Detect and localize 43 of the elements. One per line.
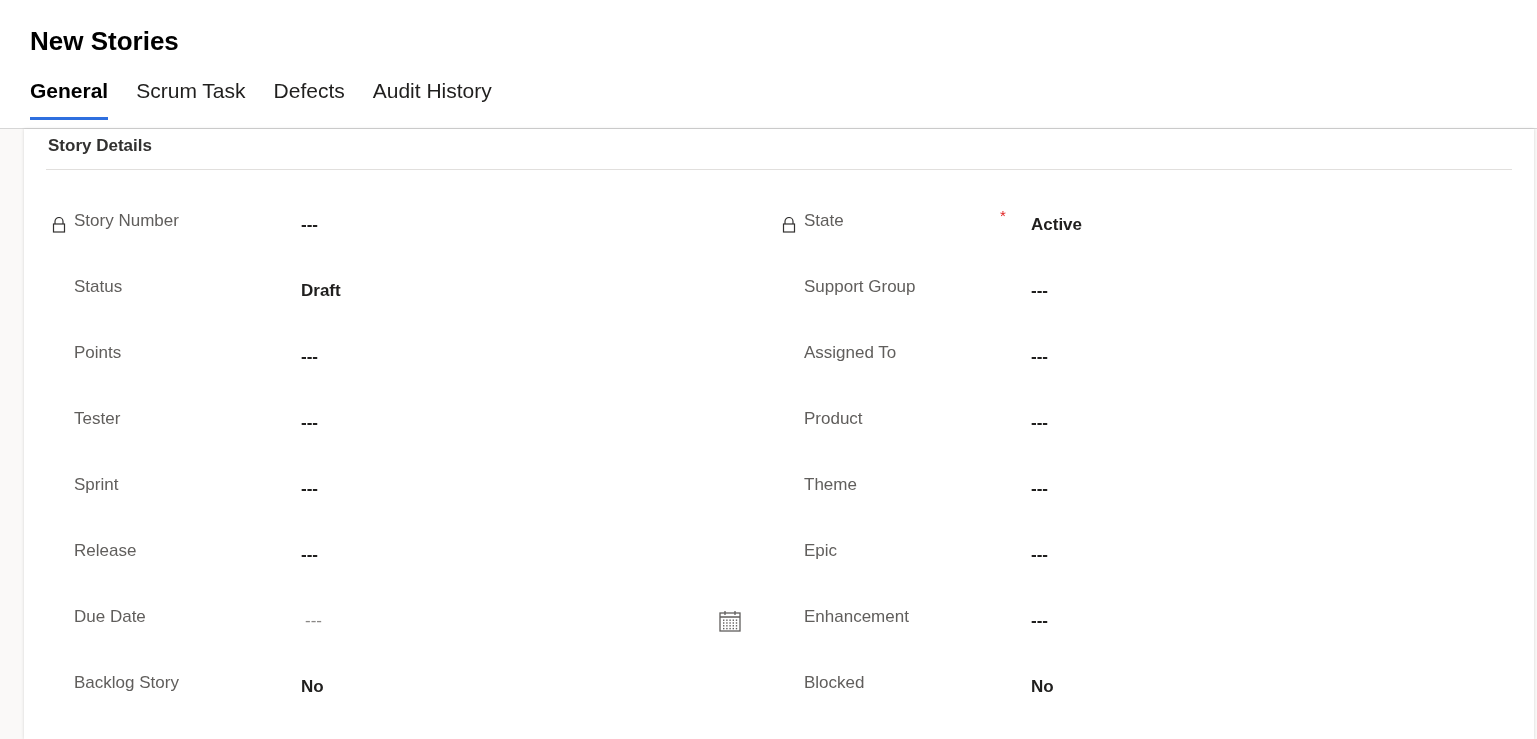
field-value: --- [1031,477,1048,500]
field-label: Support Group [804,276,916,296]
field-label: Release [74,540,137,560]
field-label: Blocked [804,672,865,692]
field-label: Theme [804,474,857,494]
field-value: --- [1031,279,1048,302]
required-asterisk: * [1000,207,1006,225]
field-label: Story Number [74,210,179,230]
field-label: Due Date [74,606,146,626]
section-title: Story Details [48,135,153,157]
field-value: --- [1031,345,1048,368]
field-value: Active [1031,213,1083,236]
date-field[interactable]: --- [301,607,741,634]
field-value: --- [1031,411,1048,434]
field-label: Tester [74,408,121,428]
tab[interactable]: Audit History [372,75,492,120]
tab[interactable]: Scrum Task [136,75,246,120]
tab[interactable]: General [30,75,109,120]
field-value: Draft [301,279,341,302]
field-value: --- [1031,609,1048,632]
lock-icon [782,216,796,233]
field-value: No [301,675,324,698]
field-label: State [804,210,844,230]
tab[interactable]: Defects [273,75,345,120]
field-value: --- [1031,543,1048,566]
field-label: Backlog Story [74,672,179,692]
field-value: --- [301,477,318,500]
field-value: --- [301,411,318,434]
field-label: Product [804,408,863,428]
field-value: --- [301,543,318,566]
lock-icon [52,216,66,233]
field-label: Enhancement [804,606,909,626]
field-label: Epic [804,540,838,560]
field-label: Assigned To [804,342,897,362]
field-value: --- [301,213,318,236]
field-value: No [1031,675,1054,698]
field-value: --- [301,345,318,368]
field-label: Sprint [74,474,119,494]
field-label: Points [74,342,122,362]
date-input[interactable]: --- [305,607,505,634]
field-label: Status [74,276,123,296]
page-title: New Stories [30,25,180,58]
calendar-icon[interactable] [719,609,741,632]
